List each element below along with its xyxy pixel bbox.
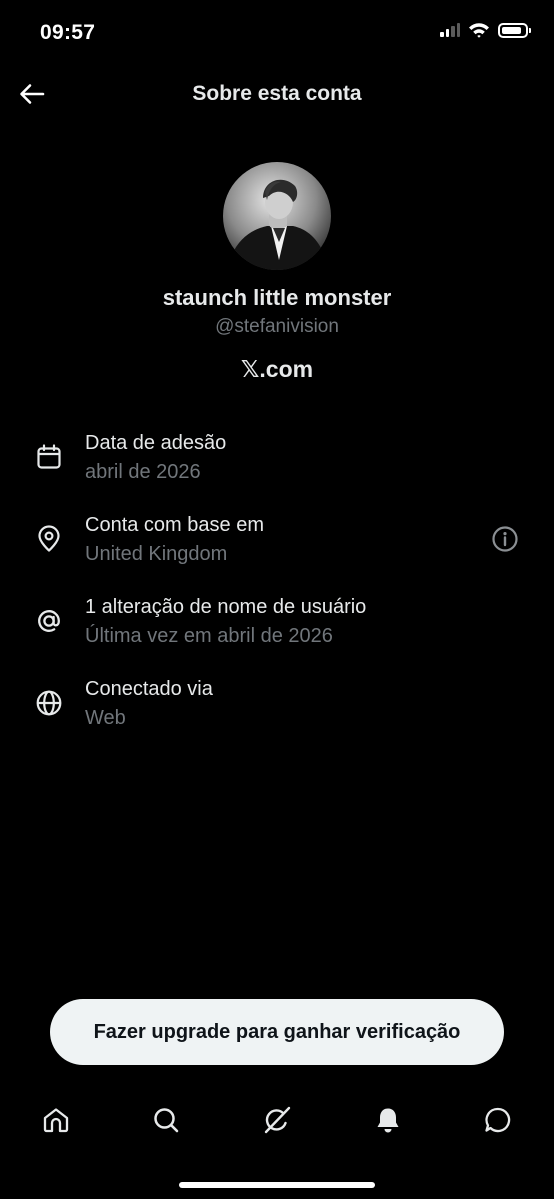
search-icon: [154, 1108, 179, 1133]
status-time: 09:57: [40, 21, 96, 44]
display-name: staunch little monster: [162, 285, 392, 310]
grok-icon: [264, 1106, 291, 1134]
info-title: Data de adesão: [85, 432, 227, 454]
globe-icon: [34, 688, 64, 718]
tab-notifications[interactable]: [368, 1100, 408, 1140]
status-icons: [440, 22, 531, 38]
info-value: Web: [85, 707, 126, 729]
location-pin-icon: [34, 524, 64, 554]
avatar[interactable]: [223, 162, 331, 270]
info-title: Conectado via: [85, 678, 213, 700]
home-icon: [43, 1108, 69, 1133]
avatar-photo: [223, 162, 331, 270]
platform-label: 𝕏.com: [240, 356, 314, 382]
info-title: 1 alteração de nome de usuário: [85, 596, 367, 618]
username-handle: @stefanivision: [215, 316, 339, 337]
battery-icon: [498, 22, 531, 38]
tab-grok[interactable]: [257, 1100, 297, 1140]
info-button[interactable]: [490, 524, 520, 554]
header: Sobre esta conta: [0, 66, 554, 122]
home-indicator: [179, 1182, 375, 1188]
info-row-join-date: Data de adesão abril de 2026: [0, 424, 554, 488]
wifi-icon: [469, 23, 489, 38]
status-bar: 09:57: [0, 0, 554, 66]
notifications-icon: [377, 1108, 399, 1133]
bottom-tab-bar: [0, 1090, 554, 1150]
tab-messages[interactable]: [478, 1100, 518, 1140]
info-icon: [492, 526, 518, 552]
info-row-account-location: Conta com base em United Kingdom: [0, 506, 554, 570]
info-row-connected-via: Conectado via Web: [0, 670, 554, 734]
tab-home[interactable]: [36, 1100, 76, 1140]
info-row-username-changes: 1 alteração de nome de usuário Última ve…: [0, 588, 554, 652]
cellular-signal-icon: [440, 23, 460, 37]
page-title: Sobre esta conta: [192, 82, 362, 105]
info-value: Última vez em abril de 2026: [85, 625, 333, 647]
info-value: abril de 2026: [85, 461, 201, 483]
upgrade-verification-button[interactable]: Fazer upgrade para ganhar verificação: [50, 999, 504, 1065]
at-sign-icon: [34, 606, 64, 636]
calendar-icon: [34, 442, 64, 472]
tab-search[interactable]: [146, 1100, 186, 1140]
messages-icon: [485, 1107, 511, 1133]
info-title: Conta com base em: [85, 514, 264, 536]
info-value: United Kingdom: [85, 543, 228, 565]
